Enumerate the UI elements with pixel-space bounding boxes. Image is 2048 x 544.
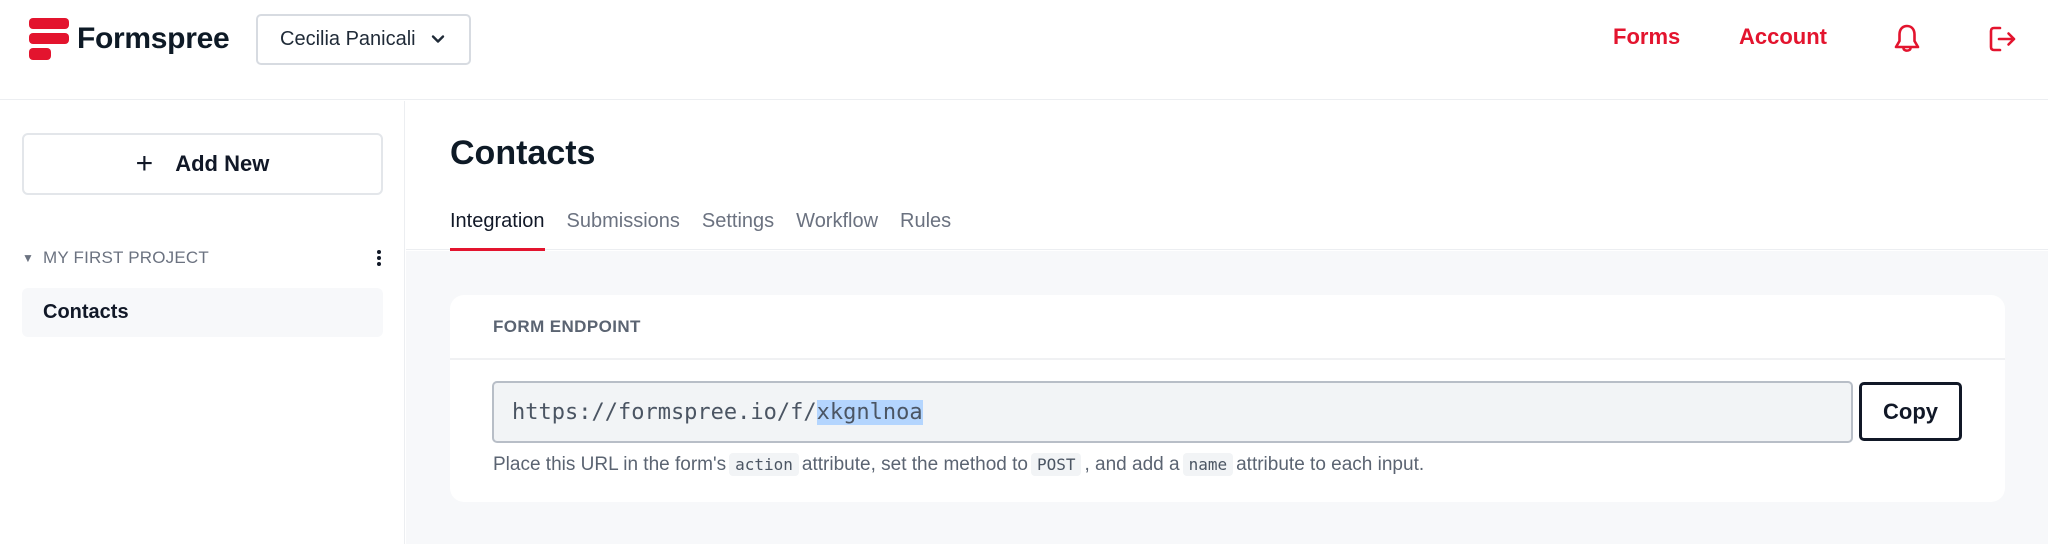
nav-account-link[interactable]: Account: [1739, 24, 1827, 50]
sidebar-item-label: Contacts: [43, 301, 129, 323]
tab-workflow[interactable]: Workflow: [796, 210, 878, 250]
tab-integration[interactable]: Integration: [450, 210, 545, 251]
account-selector-label: Cecilia Panicali: [280, 28, 416, 50]
form-endpoint-card: FORM ENDPOINT https://formspree.io/f/xkg…: [450, 295, 2005, 502]
help-text-part: Place this URL in the form's: [493, 453, 727, 475]
chevron-down-icon: [431, 35, 445, 43]
logout-icon: [1989, 26, 2016, 52]
project-header: ▼ MY FIRST PROJECT: [22, 243, 383, 273]
endpoint-url-field[interactable]: https://formspree.io/f/xkgnlnoa: [492, 381, 1853, 443]
top-header: Formspree Cecilia Panicali Forms Account: [0, 0, 2048, 100]
sidebar: + Add New ▼ MY FIRST PROJECT Contacts: [0, 101, 405, 544]
plus-icon: +: [135, 147, 154, 180]
form-tabs: Integration Submissions Settings Workflo…: [450, 210, 973, 251]
tab-settings[interactable]: Settings: [702, 210, 774, 250]
help-text-part: , and add a: [1084, 453, 1180, 475]
bell-icon: [1894, 24, 1920, 52]
endpoint-row: https://formspree.io/f/xkgnlnoa Copy: [492, 381, 1962, 443]
copy-button[interactable]: Copy: [1859, 382, 1962, 441]
code-post: POST: [1030, 453, 1082, 476]
account-selector[interactable]: Cecilia Panicali: [256, 14, 471, 65]
endpoint-url-prefix: https://formspree.io/f/: [512, 399, 817, 425]
brand-name: Formspree: [77, 22, 230, 55]
code-action: action: [729, 453, 799, 476]
add-new-button[interactable]: + Add New: [22, 133, 383, 195]
endpoint-url-form-id: xkgnlnoa: [816, 399, 923, 425]
form-header: Contacts Integration Submissions Setting…: [406, 101, 2048, 251]
project-menu-icon[interactable]: [375, 248, 383, 268]
nav-forms-link[interactable]: Forms: [1613, 24, 1680, 50]
collapse-triangle-icon[interactable]: ▼: [22, 251, 43, 265]
add-new-label: Add New: [175, 151, 270, 176]
tab-submissions[interactable]: Submissions: [567, 210, 680, 250]
help-text-part: attribute to each input.: [1236, 453, 1425, 475]
tab-rules[interactable]: Rules: [900, 210, 951, 250]
card-heading: FORM ENDPOINT: [450, 295, 2005, 360]
project-name[interactable]: MY FIRST PROJECT: [43, 248, 209, 268]
page-title: Contacts: [450, 134, 596, 172]
help-text-part: attribute, set the method to: [801, 453, 1028, 475]
formspree-logo[interactable]: Formspree: [29, 18, 230, 60]
sidebar-item-contacts[interactable]: Contacts: [22, 288, 383, 337]
endpoint-help-text: Place this URL in the form's action attr…: [493, 453, 1424, 476]
formspree-logo-icon: [29, 18, 69, 60]
notifications-button[interactable]: [1892, 23, 1922, 55]
logout-button[interactable]: [1987, 23, 2017, 55]
code-name: name: [1182, 453, 1234, 476]
